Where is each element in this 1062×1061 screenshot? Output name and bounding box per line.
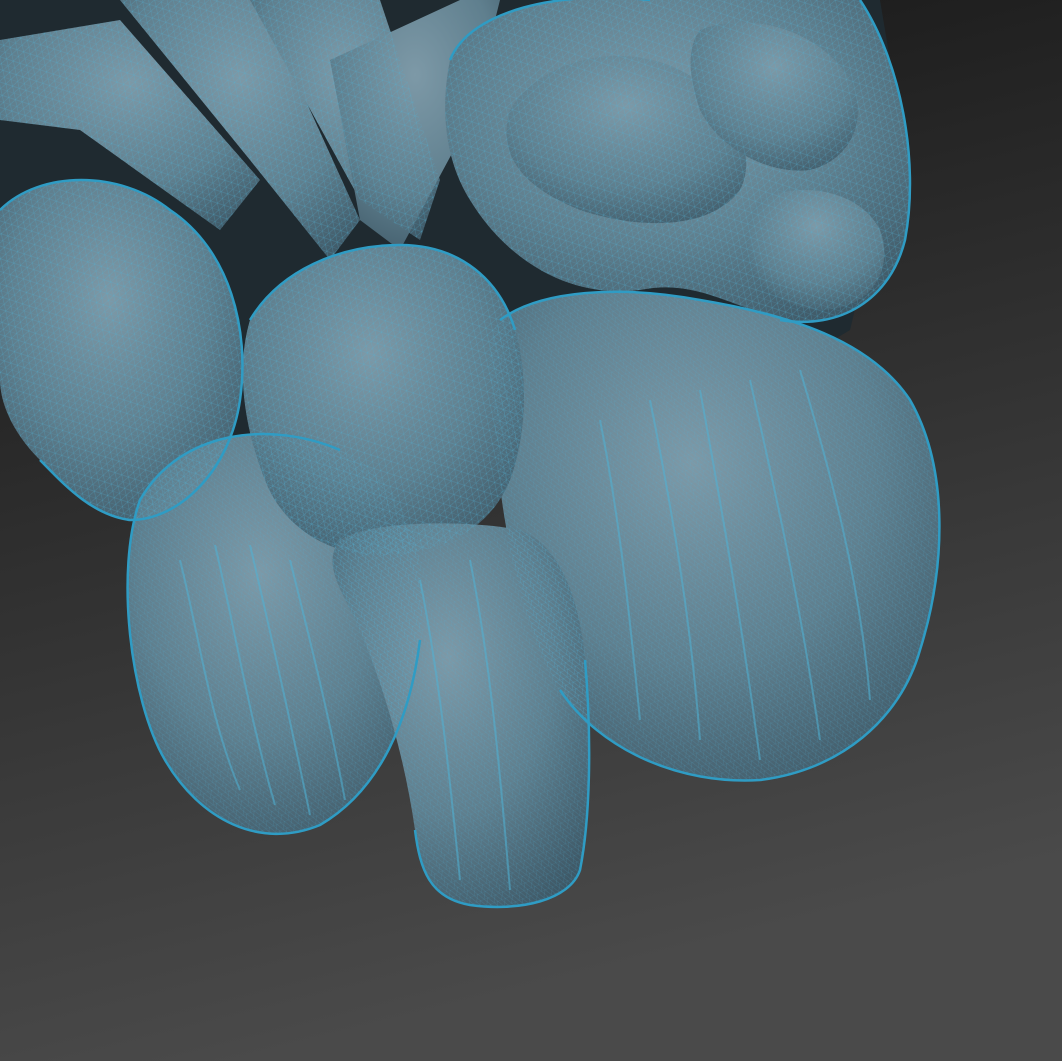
3d-viewport[interactable] [0,0,1062,1061]
viewport-render [0,0,1062,1061]
